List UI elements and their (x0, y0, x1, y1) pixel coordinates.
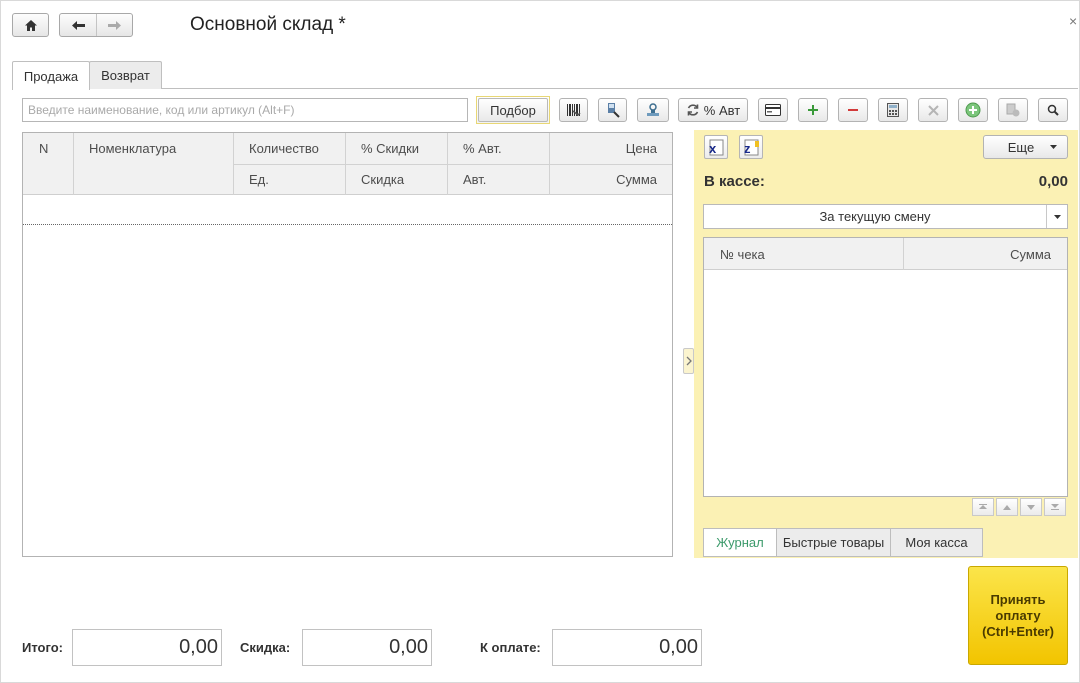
auto-discount-label: % Авт (703, 102, 741, 118)
copy-icon (1006, 103, 1020, 117)
search-input[interactable] (22, 98, 468, 122)
refresh-discount-icon (687, 104, 699, 116)
search-button[interactable] (1038, 98, 1068, 122)
calculator-icon (887, 103, 899, 117)
scroll-bottom-button[interactable] (1044, 498, 1066, 516)
shift-period-select[interactable]: За текущую смену (703, 204, 1068, 229)
stamp-button[interactable] (637, 98, 669, 122)
col-auto[interactable]: Авт. (463, 172, 486, 187)
in-cash-label: В кассе: (704, 173, 765, 190)
col-receipt-number[interactable]: № чека (720, 247, 765, 262)
goods-table-header: N Номенклатура Количество % Скидки % Авт… (23, 133, 672, 195)
accept-payment-button[interactable]: Принять оплату (Ctrl+Enter) (968, 566, 1068, 665)
close-icon[interactable]: × (1069, 13, 1077, 29)
copy-button[interactable] (998, 98, 1028, 122)
chevron-down-icon[interactable] (1046, 205, 1067, 228)
tab-quick-goods[interactable]: Быстрые товары (776, 528, 891, 557)
scroll-down-button[interactable] (1020, 498, 1042, 516)
podbor-label: Подбор (478, 98, 548, 122)
more-label: Еще (1007, 139, 1035, 155)
total-label: Итого: (22, 640, 63, 655)
accept-payment-line2: оплату (995, 607, 1041, 623)
col-receipt-sum[interactable]: Сумма (903, 247, 1051, 262)
minus-icon (848, 109, 858, 111)
col-auto-pct[interactable]: % Авт. (463, 141, 502, 156)
total-field: 0,00 (72, 629, 222, 666)
panel-splitter[interactable] (683, 348, 694, 374)
delete-icon (927, 104, 939, 116)
home-icon (24, 19, 37, 31)
barcode-button[interactable] (559, 98, 588, 122)
goods-table[interactable]: N Номенклатура Количество % Скидки % Авт… (22, 132, 673, 557)
to-pay-field: 0,00 (552, 629, 702, 666)
page-title: Основной склад * (190, 14, 346, 35)
col-nomenclature[interactable]: Номенклатура (89, 141, 176, 156)
scanner-icon (607, 103, 620, 118)
double-down-icon (1051, 504, 1059, 510)
col-discount-pct[interactable]: % Скидки (361, 141, 419, 156)
tab-journal[interactable]: Журнал (703, 528, 777, 557)
discount-total-field: 0,00 (302, 629, 432, 666)
back-button[interactable] (60, 14, 96, 36)
delete-button[interactable] (918, 98, 948, 122)
calculator-button[interactable] (878, 98, 908, 122)
scanner-button[interactable] (598, 98, 627, 122)
scroll-up-button[interactable] (996, 498, 1018, 516)
x-report-icon: x (709, 139, 724, 156)
col-unit[interactable]: Ед. (249, 172, 269, 187)
add-row-button[interactable] (798, 98, 828, 122)
home-button[interactable] (12, 13, 49, 37)
x-report-button[interactable]: x (704, 135, 728, 159)
table-row[interactable] (23, 195, 672, 225)
history-nav-group (59, 13, 133, 37)
card-icon (765, 104, 781, 116)
search-icon (1047, 104, 1059, 116)
in-cash-value: 0,00 (1038, 173, 1068, 190)
col-price[interactable]: Цена (549, 141, 657, 156)
tab-return[interactable]: Возврат (89, 61, 162, 89)
col-sum[interactable]: Сумма (549, 172, 657, 187)
caret-down-icon (1050, 145, 1058, 149)
forward-button[interactable] (96, 14, 132, 36)
accept-payment-line1: Принять (990, 591, 1046, 607)
receipts-table-header: № чека Сумма (704, 238, 1067, 270)
podbor-button[interactable]: Подбор (476, 96, 550, 124)
auto-discount-button[interactable]: % Авт (678, 98, 748, 122)
arrow-left-icon (71, 20, 85, 30)
tab-sale[interactable]: Продажа (12, 61, 90, 90)
down-icon (1027, 504, 1035, 510)
card-payment-button[interactable] (758, 98, 788, 122)
more-button[interactable]: Еще (983, 135, 1068, 159)
chevron-right-icon (686, 356, 692, 366)
stamp-icon (647, 103, 659, 116)
scroll-top-button[interactable] (972, 498, 994, 516)
svg-text:x: x (709, 141, 717, 156)
z-report-button[interactable]: z (739, 135, 763, 159)
shift-period-value: За текущую смену (819, 209, 931, 224)
plus-icon (808, 105, 818, 115)
remove-row-button[interactable] (838, 98, 868, 122)
up-icon (1003, 504, 1011, 510)
receipts-table[interactable]: № чека Сумма (703, 237, 1068, 497)
barcode-icon (566, 104, 581, 117)
arrow-right-icon (108, 20, 121, 30)
discount-total-label: Скидка: (240, 640, 291, 655)
double-up-icon (979, 504, 987, 509)
col-discount[interactable]: Скидка (361, 172, 404, 187)
add-circle-icon (965, 102, 981, 118)
add-item-button[interactable] (958, 98, 988, 122)
svg-text:z: z (744, 141, 751, 156)
z-report-icon: z (744, 139, 759, 156)
accept-payment-label: Принять оплату (Ctrl+Enter) (982, 592, 1054, 640)
col-n[interactable]: N (39, 141, 48, 156)
tab-divider (12, 88, 1078, 89)
to-pay-label: К оплате: (480, 640, 541, 655)
col-quantity[interactable]: Количество (249, 141, 319, 156)
accept-payment-line3: (Ctrl+Enter) (982, 623, 1054, 639)
tab-my-cash[interactable]: Моя касса (890, 528, 983, 557)
